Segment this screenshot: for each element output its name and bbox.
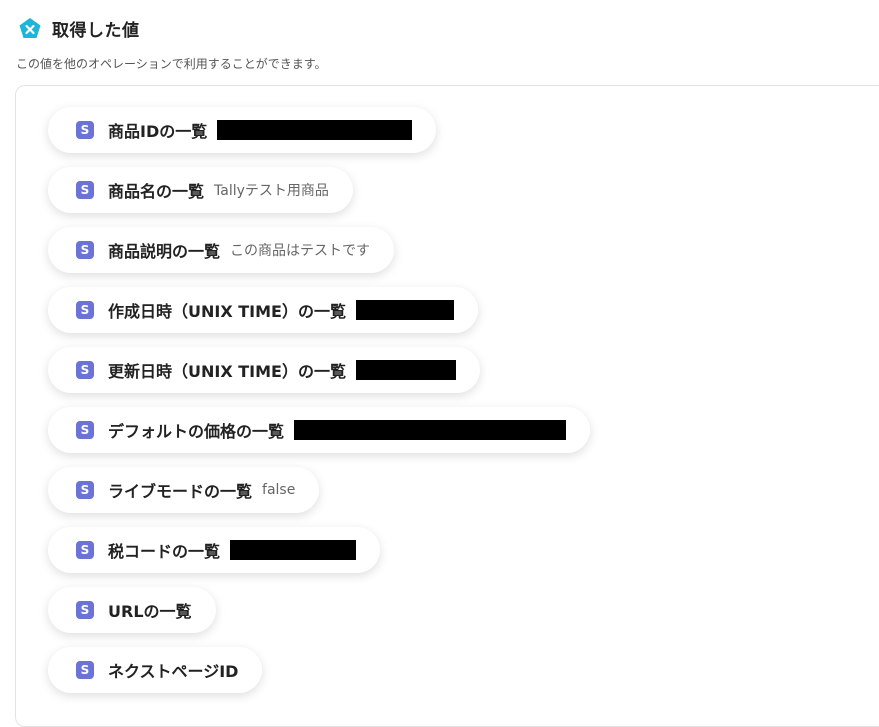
chip-value: この商品はテストです: [230, 243, 371, 259]
stripe-icon: S: [76, 601, 94, 619]
chip-label: ネクストページID: [108, 662, 239, 681]
chip-label: 商品IDの一覧: [108, 122, 208, 141]
stripe-icon: S: [76, 121, 94, 139]
chip-label: URLの一覧: [108, 602, 192, 621]
stripe-icon: S: [76, 181, 94, 199]
value-chip-product-description[interactable]: S 商品説明の一覧 この商品はテストです: [48, 227, 395, 273]
chip-value: false: [262, 482, 296, 498]
stripe-icon: S: [76, 481, 94, 499]
redacted-value: [217, 120, 413, 140]
value-chip-livemode[interactable]: S ライブモードの一覧 false: [48, 467, 320, 513]
redacted-value: [355, 360, 456, 380]
value-chip-next-page-id[interactable]: S ネクストページID: [48, 647, 263, 693]
stripe-icon: S: [76, 241, 94, 259]
value-chip-updated-at[interactable]: S 更新日時（UNIX TIME）の一覧: [48, 347, 480, 393]
chip-label: デフォルトの価格の一覧: [108, 422, 285, 441]
stripe-icon: S: [76, 541, 94, 559]
stripe-icon: S: [76, 421, 94, 439]
x-badge-icon: [19, 17, 41, 38]
value-chip-product-id[interactable]: S 商品IDの一覧: [48, 107, 437, 153]
stripe-icon: S: [76, 661, 94, 679]
value-chip-tax-code[interactable]: S 税コードの一覧: [48, 527, 381, 573]
stripe-icon: S: [76, 301, 94, 319]
chip-label: 税コードの一覧: [108, 542, 221, 561]
section-header: 取得した値: [18, 16, 140, 41]
redacted-value: [294, 420, 567, 440]
chip-label: ライブモードの一覧: [108, 482, 253, 501]
stripe-icon: S: [76, 361, 94, 379]
chip-label: 商品名の一覧: [108, 182, 205, 201]
chip-value: Tallyテスト用商品: [214, 183, 329, 199]
chip-label: 作成日時（UNIX TIME）の一覧: [108, 302, 346, 321]
redacted-value: [230, 540, 357, 560]
value-chip-created-at[interactable]: S 作成日時（UNIX TIME）の一覧: [48, 287, 478, 333]
redacted-value: [355, 300, 454, 320]
section-description: この値を他のオペレーションで利用することができます。: [16, 57, 327, 71]
value-chip-default-price[interactable]: S デフォルトの価格の一覧: [48, 407, 591, 453]
value-chip-url[interactable]: S URLの一覧: [48, 587, 216, 633]
chip-label: 更新日時（UNIX TIME）の一覧: [108, 362, 346, 381]
section-title: 取得した値: [52, 21, 140, 41]
value-chip-product-name[interactable]: S 商品名の一覧 Tallyテスト用商品: [48, 167, 353, 213]
chip-label: 商品説明の一覧: [108, 242, 221, 261]
